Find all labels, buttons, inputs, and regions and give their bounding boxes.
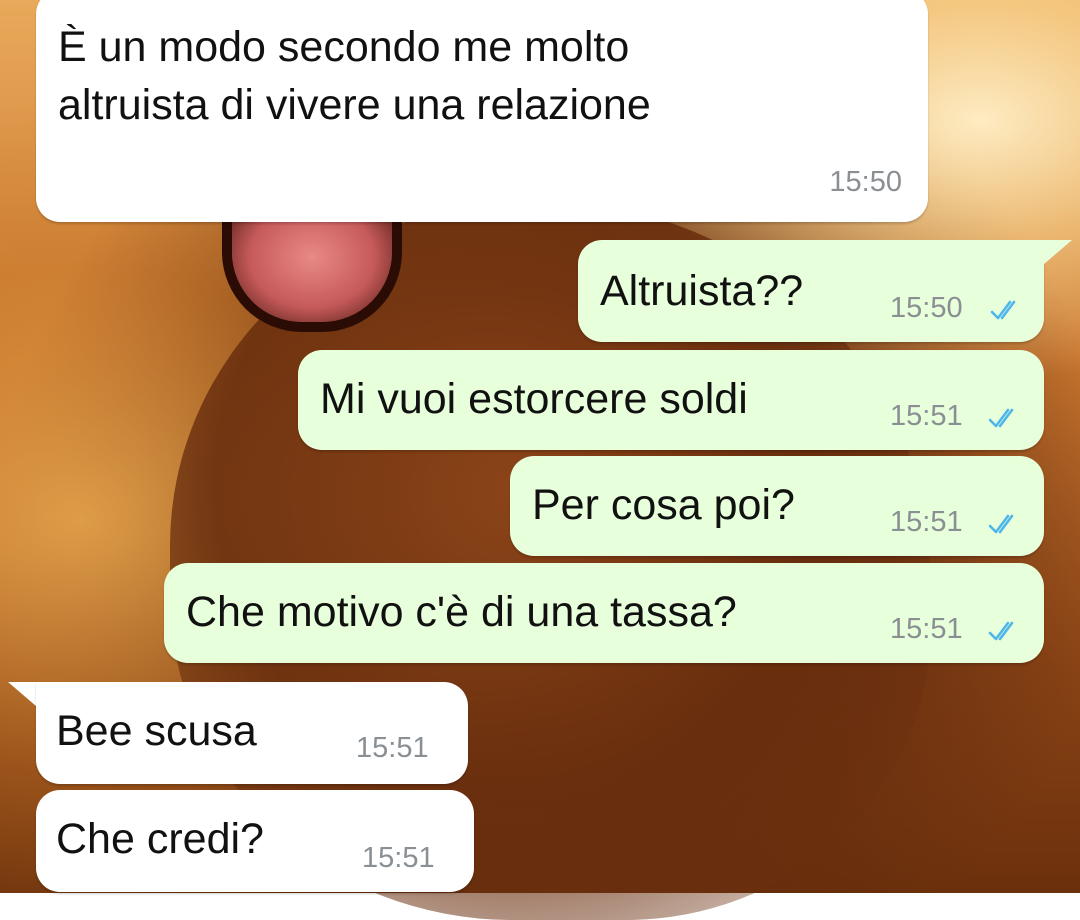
incoming-message-bubble[interactable]: Che credi? 15:51	[36, 790, 474, 892]
message-timestamp: 15:51	[890, 613, 963, 645]
bubble-tail	[8, 682, 36, 706]
message-text: Che motivo c'è di una tassa?	[186, 588, 737, 636]
outgoing-message-bubble[interactable]: Altruista?? 15:50	[578, 240, 1044, 342]
message-timestamp: 15:51	[890, 506, 963, 538]
outgoing-message-bubble[interactable]: Per cosa poi? 15:51	[510, 456, 1044, 556]
message-text: Che credi?	[56, 815, 264, 863]
bubble-tail	[1044, 240, 1072, 264]
message-timestamp: 15:50	[890, 292, 963, 324]
message-timestamp: 15:51	[890, 400, 963, 432]
read-receipt-icon	[988, 621, 1014, 641]
incoming-message-bubble[interactable]: Bee scusa 15:51	[36, 682, 468, 784]
message-timestamp: 15:51	[362, 842, 435, 874]
message-text-line-2: altruista di vivere una relazione	[58, 81, 651, 129]
message-text: Bee scusa	[56, 707, 257, 755]
message-text: Altruista??	[600, 267, 804, 315]
message-text-line-1: È un modo secondo me molto	[58, 23, 630, 71]
message-text: Per cosa poi?	[532, 481, 795, 529]
message-timestamp: 15:50	[829, 166, 902, 198]
read-receipt-icon	[990, 300, 1016, 320]
outgoing-message-bubble[interactable]: Mi vuoi estorcere soldi 15:51	[298, 350, 1044, 450]
message-text: Mi vuoi estorcere soldi	[320, 375, 748, 423]
read-receipt-icon	[988, 408, 1014, 428]
outgoing-message-bubble[interactable]: Che motivo c'è di una tassa? 15:51	[164, 563, 1044, 663]
message-timestamp: 15:51	[356, 732, 429, 764]
read-receipt-icon	[988, 514, 1014, 534]
incoming-message-bubble[interactable]: È un modo secondo me molto altruista di …	[36, 0, 928, 222]
